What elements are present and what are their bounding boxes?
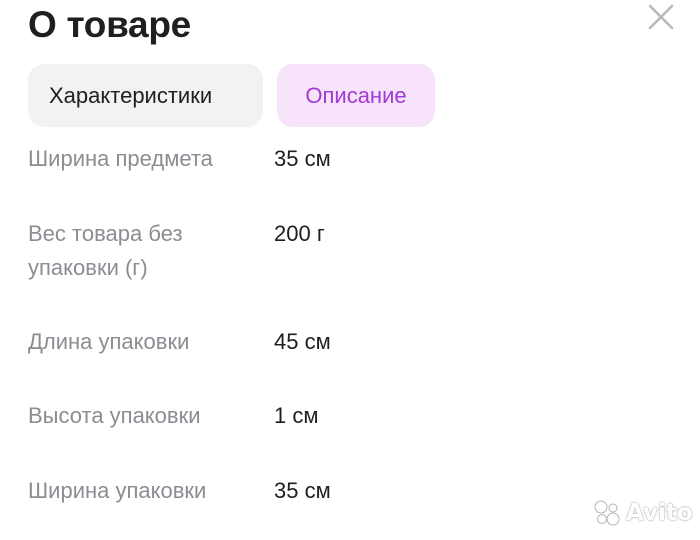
spec-value: 45 см — [274, 329, 331, 354]
close-button[interactable] — [640, 0, 678, 38]
spec-value: 35 см — [274, 478, 331, 503]
watermark-text: Avito — [626, 500, 693, 526]
spec-value: 1 см — [274, 403, 319, 428]
spec-label: Ширина упаковки — [28, 478, 207, 503]
tab-bar: Характеристики Описание — [28, 64, 435, 127]
spec-label: Ширина предмета — [28, 146, 213, 171]
spec-value: 35 см — [274, 146, 331, 171]
spec-label: Высота упаковки — [28, 403, 201, 428]
spec-value: 200 г — [274, 221, 325, 246]
avito-watermark: Avito — [592, 498, 693, 528]
avito-logo-icon — [594, 500, 620, 526]
close-icon — [648, 4, 674, 30]
tab-characteristics[interactable]: Характеристики — [28, 64, 263, 127]
tab-description[interactable]: Описание — [277, 64, 435, 127]
spec-label: Длина упаковки — [28, 329, 190, 354]
spec-label: Вес товара без упаковки (г) — [28, 221, 183, 280]
page-title: О товаре — [28, 4, 191, 45]
